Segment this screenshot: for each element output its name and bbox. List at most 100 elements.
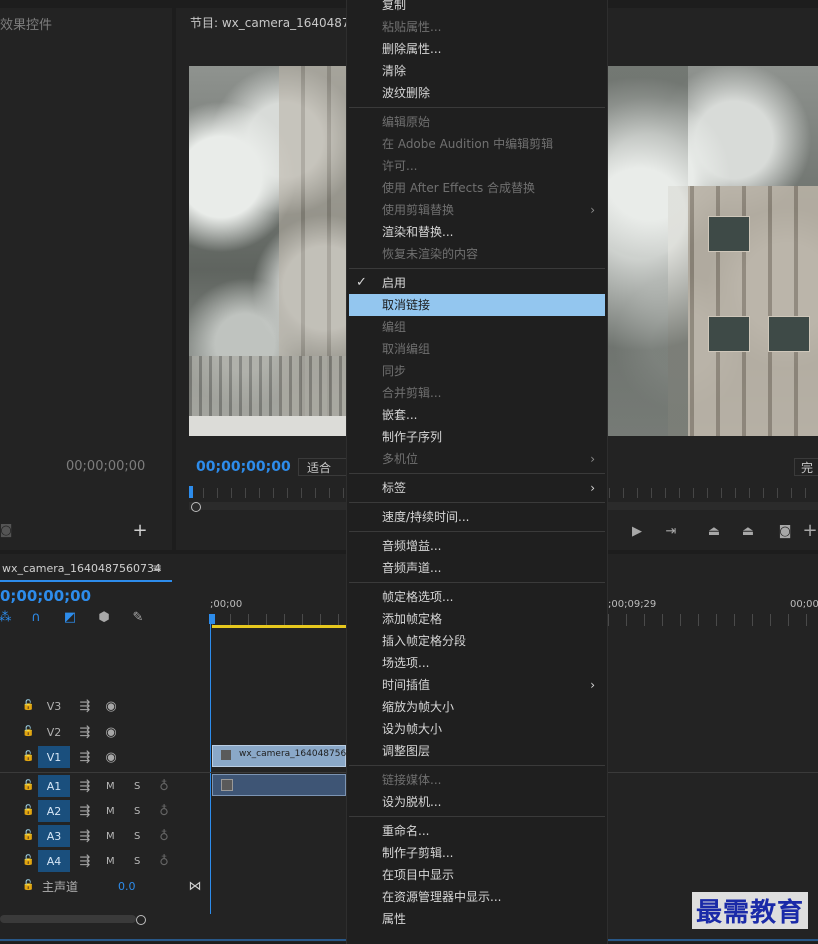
- extract-icon[interactable]: ⏏: [738, 523, 758, 539]
- timeline-timecode[interactable]: 0;00;00;00: [0, 587, 91, 605]
- menu-render-and-replace[interactable]: 渲染和替换...: [347, 221, 605, 243]
- solo-button[interactable]: S: [134, 781, 140, 792]
- menu-enable[interactable]: ✓ 启用: [347, 272, 605, 294]
- mic-icon[interactable]: ♁: [158, 829, 170, 844]
- mute-button[interactable]: M: [106, 831, 115, 842]
- menu-copy[interactable]: 复制: [347, 0, 605, 16]
- sync-lock-icon[interactable]: ⇶: [78, 750, 92, 765]
- sync-lock-icon[interactable]: ⇶: [78, 854, 92, 869]
- quality-dropdown[interactable]: 完: [794, 458, 818, 476]
- track-v3-label[interactable]: V3: [38, 695, 70, 717]
- menu-ungroup[interactable]: 取消编组: [347, 338, 605, 360]
- mute-button[interactable]: M: [106, 781, 115, 792]
- menu-rename[interactable]: 重命名...: [347, 820, 605, 842]
- work-area-bar[interactable]: [212, 625, 346, 628]
- mute-button[interactable]: M: [106, 856, 115, 867]
- menu-frame-hold-options[interactable]: 帧定格选项...: [347, 586, 605, 608]
- menu-adjustment-layer[interactable]: 调整图层: [347, 740, 605, 762]
- step-forward-icon[interactable]: ⇥: [662, 523, 680, 539]
- add-icon[interactable]: +: [802, 520, 818, 541]
- track-v2-label[interactable]: V2: [38, 721, 70, 743]
- lock-icon[interactable]: 🔓: [22, 751, 34, 763]
- menu-synchronize[interactable]: 同步: [347, 360, 605, 382]
- track-v1-label[interactable]: V1: [38, 746, 70, 768]
- lock-icon[interactable]: 🔓: [22, 780, 34, 792]
- camera-icon[interactable]: ◙: [776, 523, 794, 539]
- magnet-icon[interactable]: ∩: [28, 610, 44, 625]
- sync-lock-icon[interactable]: ⇶: [78, 779, 92, 794]
- track-a2-label[interactable]: A2: [38, 800, 70, 822]
- lock-icon[interactable]: 🔓: [22, 855, 34, 867]
- menu-field-options[interactable]: 场选项...: [347, 652, 605, 674]
- audio-clip[interactable]: [212, 774, 346, 796]
- solo-button[interactable]: S: [134, 856, 140, 867]
- eye-icon[interactable]: ◉: [104, 725, 118, 740]
- video-clip[interactable]: wx_camera_16404875607: [212, 745, 358, 767]
- menu-audio-gain[interactable]: 音频增益...: [347, 535, 605, 557]
- lock-icon[interactable]: 🔓: [22, 700, 34, 712]
- menu-paste-attributes[interactable]: 粘贴属性...: [347, 16, 605, 38]
- menu-edit-in-audition[interactable]: 在 Adobe Audition 中编辑剪辑: [347, 133, 605, 155]
- menu-reveal-in-project[interactable]: 在项目中显示: [347, 864, 605, 886]
- menu-time-interpolation[interactable]: 时间插值 ›: [347, 674, 605, 696]
- hamburger-icon[interactable]: ≡: [150, 561, 164, 575]
- menu-link-media[interactable]: 链接媒体...: [347, 769, 605, 791]
- add-icon[interactable]: +: [132, 520, 148, 541]
- timeline-scrollbar[interactable]: [0, 915, 136, 923]
- track-a1-label[interactable]: A1: [38, 775, 70, 797]
- solo-button[interactable]: S: [134, 831, 140, 842]
- menu-edit-original[interactable]: 编辑原始: [347, 111, 605, 133]
- camera-icon[interactable]: ◙: [0, 523, 12, 538]
- program-playhead[interactable]: [189, 486, 193, 498]
- track-a4-label[interactable]: A4: [38, 850, 70, 872]
- menu-scale-to-frame[interactable]: 缩放为帧大小: [347, 696, 605, 718]
- menu-license[interactable]: 许可...: [347, 155, 605, 177]
- solo-button[interactable]: S: [134, 806, 140, 817]
- menu-speed-duration[interactable]: 速度/持续时间...: [347, 506, 605, 528]
- menu-audio-channels[interactable]: 音频声道...: [347, 557, 605, 579]
- master-volume[interactable]: 0.0: [118, 880, 136, 893]
- eye-icon[interactable]: ◉: [104, 750, 118, 765]
- sequence-tab[interactable]: wx_camera_1640487560734: [2, 562, 161, 575]
- mute-button[interactable]: M: [106, 806, 115, 817]
- menu-clear[interactable]: 清除: [347, 60, 605, 82]
- wrench-icon[interactable]: ✎: [130, 610, 146, 625]
- menu-replace-with-ae[interactable]: 使用 After Effects 合成替换: [347, 177, 605, 199]
- sync-lock-icon[interactable]: ⇶: [78, 699, 92, 714]
- track-a3-label[interactable]: A3: [38, 825, 70, 847]
- linked-selection-icon[interactable]: ◩: [62, 610, 78, 625]
- snap-icon[interactable]: ⁂: [0, 610, 12, 625]
- menu-group[interactable]: 编组: [347, 316, 605, 338]
- menu-make-subclip[interactable]: 制作子剪辑...: [347, 842, 605, 864]
- timeline-zoom-handle[interactable]: [136, 915, 146, 925]
- menu-unlink[interactable]: 取消链接: [349, 294, 605, 316]
- menu-make-offline[interactable]: 设为脱机...: [347, 791, 605, 813]
- menu-reveal-in-explorer[interactable]: 在资源管理器中显示...: [347, 886, 605, 908]
- menu-set-to-frame[interactable]: 设为帧大小: [347, 718, 605, 740]
- timeline-playhead-line[interactable]: [210, 624, 211, 914]
- menu-multicam[interactable]: 多机位 ›: [347, 448, 605, 470]
- menu-make-subsequence[interactable]: 制作子序列: [347, 426, 605, 448]
- timeline-playhead-marker[interactable]: [209, 614, 215, 624]
- program-timecode[interactable]: 00;00;00;00: [196, 459, 291, 475]
- menu-label[interactable]: 标签 ›: [347, 477, 605, 499]
- lift-icon[interactable]: ⏏: [704, 523, 724, 539]
- marker-icon[interactable]: ⬢: [98, 610, 110, 625]
- sync-lock-icon[interactable]: ⇶: [78, 829, 92, 844]
- menu-insert-frame-hold[interactable]: 插入帧定格分段: [347, 630, 605, 652]
- menu-restore-unrendered[interactable]: 恢复未渲染的内容: [347, 243, 605, 265]
- mic-icon[interactable]: ♁: [158, 854, 170, 869]
- menu-properties[interactable]: 属性: [347, 908, 605, 930]
- eye-icon[interactable]: ◉: [104, 699, 118, 714]
- menu-nest[interactable]: 嵌套...: [347, 404, 605, 426]
- lock-icon[interactable]: 🔓: [22, 880, 34, 892]
- menu-merge-clips[interactable]: 合并剪辑...: [347, 382, 605, 404]
- lock-icon[interactable]: 🔓: [22, 726, 34, 738]
- menu-add-frame-hold[interactable]: 添加帧定格: [347, 608, 605, 630]
- sync-lock-icon[interactable]: ⇶: [78, 804, 92, 819]
- mic-icon[interactable]: ♁: [158, 779, 170, 794]
- menu-replace-with-clip[interactable]: 使用剪辑替换 ›: [347, 199, 605, 221]
- bowtie-icon[interactable]: ⋈: [188, 879, 202, 894]
- scroll-handle[interactable]: [191, 502, 201, 512]
- sync-lock-icon[interactable]: ⇶: [78, 725, 92, 740]
